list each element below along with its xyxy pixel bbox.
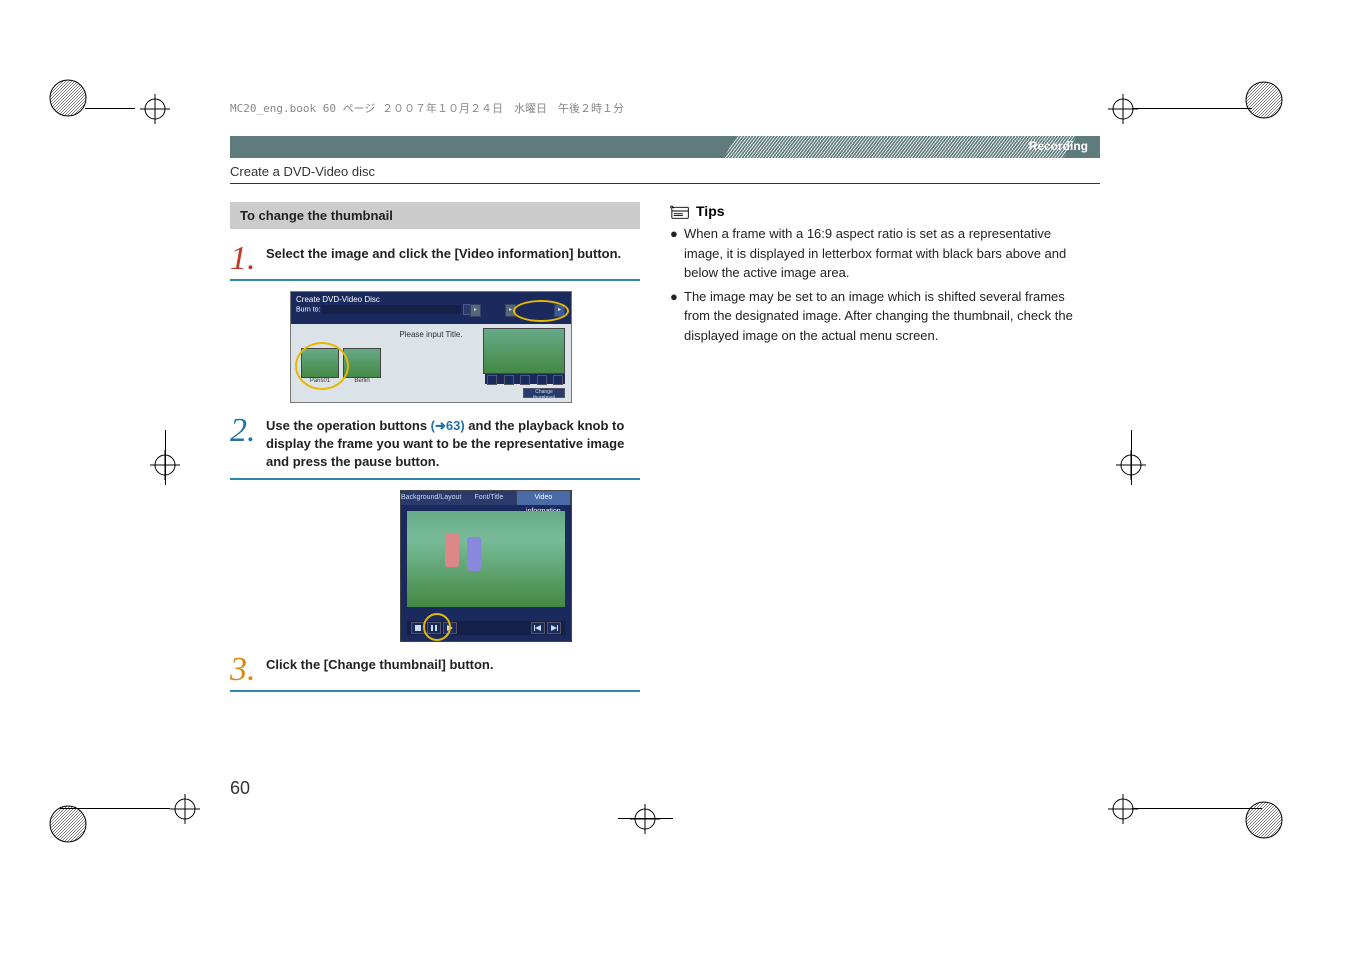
step-2: 2. Use the operation buttons (➜63) and t… — [230, 417, 640, 480]
panel-tab-video: Video information — [517, 491, 571, 505]
corner-mark-bl — [48, 804, 88, 844]
panel-tab-font: Font/Title — [462, 491, 516, 505]
stop-icon — [487, 375, 497, 385]
illustration-2: Background/Layout Font/Title Video infor… — [290, 490, 640, 642]
preview-image — [483, 328, 565, 374]
side-bar-right — [1131, 430, 1132, 485]
highlight-circle-tab — [513, 300, 569, 322]
step-1: 1. Select the image and click the [Video… — [230, 245, 640, 281]
change-thumbnail-button: Change thumbnail — [523, 388, 565, 398]
page-number: 60 — [230, 778, 250, 799]
tips-icon — [670, 202, 692, 220]
tip-1-text: When a frame with a 16:9 aspect ratio is… — [684, 224, 1090, 283]
prev-icon — [537, 375, 547, 385]
create-dvd-window: Create DVD-Video Disc Burn to: ▸ ▸ ▸ Ple… — [290, 291, 572, 403]
step-2-text: Use the operation buttons (➜63) and the … — [266, 417, 640, 472]
bottom-bar-right — [1132, 808, 1262, 809]
panel-tab-bg: Background/Layout — [401, 491, 462, 505]
bottom-bar-center — [618, 818, 673, 819]
bullet-icon: ● — [670, 287, 684, 346]
top-bar-right — [1132, 108, 1252, 109]
step-2-number: 2. — [230, 417, 260, 445]
reg-mark-bottom-right — [1108, 794, 1138, 824]
step-3: 3. Click the [Change thumbnail] button. — [230, 656, 640, 692]
left-column: To change the thumbnail 1. Select the im… — [230, 202, 640, 702]
playback-controls — [485, 374, 565, 384]
file-meta-line: MC20_eng.book 60 ページ ２００７年１０月２４日 水曜日 午後２… — [230, 100, 1100, 116]
corner-mark-br — [1244, 800, 1284, 840]
pause-icon — [504, 375, 514, 385]
play-icon — [520, 375, 530, 385]
tip-1: ● When a frame with a 16:9 aspect ratio … — [670, 224, 1090, 283]
section-label: Recording — [1029, 139, 1088, 153]
preview-frame — [407, 511, 565, 607]
step-3-text: Click the [Change thumbnail] button. — [266, 656, 640, 674]
next-icon — [553, 375, 563, 385]
highlight-circle-pause — [423, 613, 451, 641]
tips-heading: Tips — [670, 202, 1090, 220]
reg-mark-top-left — [140, 94, 170, 124]
next-frame-icon — [547, 622, 561, 634]
reg-mark-bottom-left — [170, 794, 200, 824]
side-bar-left — [165, 430, 166, 485]
corner-mark-tr — [1244, 80, 1284, 120]
step-1-number: 1. — [230, 245, 260, 273]
burn-location-dropdown — [322, 305, 461, 314]
step-1-text: Select the image and click the [Video in… — [266, 245, 640, 263]
tip-2-text: The image may be set to an image which i… — [684, 287, 1090, 346]
reg-mark-top-right — [1108, 94, 1138, 124]
video-info-panel: Background/Layout Font/Title Video infor… — [400, 490, 572, 642]
step-3-rule — [230, 690, 640, 692]
burn-to-label: Burn to: — [296, 306, 321, 313]
step-1-rule — [230, 279, 640, 281]
thumbnail-2-label: Berlin — [343, 378, 381, 384]
tip-2: ● The image may be set to an image which… — [670, 287, 1090, 346]
section-header-bar: Recording — [230, 136, 1100, 158]
step-2-ref: (➜63) — [431, 418, 465, 433]
right-column: Tips ● When a frame with a 16:9 aspect r… — [670, 202, 1090, 702]
prev-frame-icon — [531, 622, 545, 634]
bullet-icon: ● — [670, 224, 684, 283]
step-3-number: 3. — [230, 656, 260, 684]
step-2-pre: Use the operation buttons — [266, 418, 431, 433]
reg-mark-bottom-center — [630, 804, 660, 834]
page-body: MC20_eng.book 60 ページ ２００７年１０月２４日 水曜日 午後２… — [230, 100, 1100, 702]
subsection-title: Create a DVD-Video disc — [230, 164, 1100, 184]
top-bar-left — [85, 108, 135, 109]
highlight-circle-thumb — [295, 342, 349, 390]
header-slant-decoration — [721, 136, 1079, 158]
step-2-rule — [230, 478, 640, 480]
tab-bg-layout: ▸ — [470, 304, 481, 317]
tips-label: Tips — [696, 203, 725, 219]
corner-mark-tl — [48, 78, 88, 118]
illustration-1: Create DVD-Video Disc Burn to: ▸ ▸ ▸ Ple… — [290, 291, 640, 403]
heading-change-thumbnail: To change the thumbnail — [230, 202, 640, 229]
